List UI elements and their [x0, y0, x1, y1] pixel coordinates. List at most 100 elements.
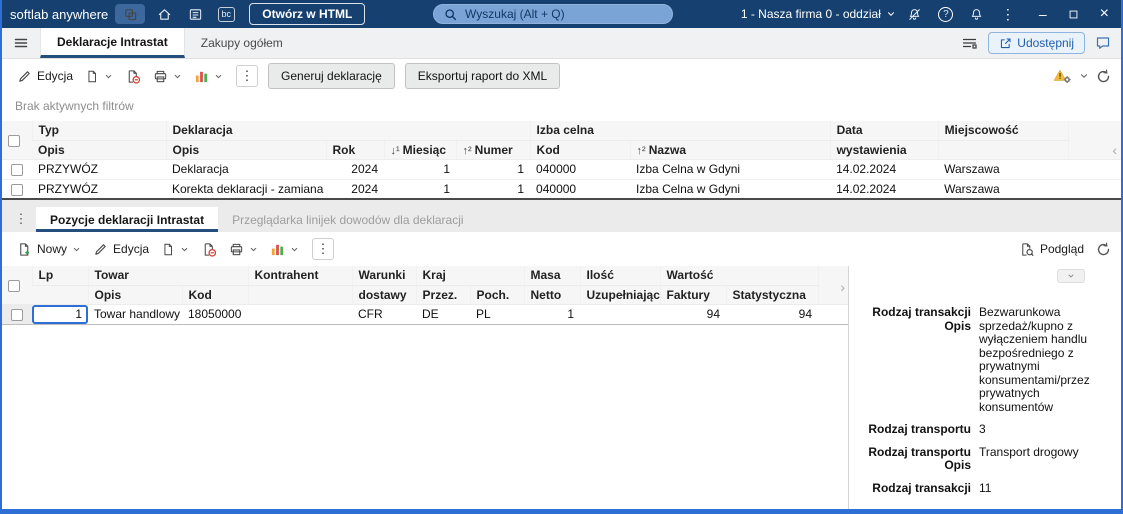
minimize-button[interactable]: – — [1039, 6, 1047, 22]
document-menu-button[interactable] — [80, 66, 118, 87]
global-search[interactable] — [433, 4, 674, 24]
more-menu-button[interactable]: ⋮ — [996, 4, 1020, 24]
declaration-row-selected[interactable]: PRZYWÓZ Korekta deklaracji - zamiana 202… — [2, 178, 1121, 200]
maximize-button[interactable] — [1068, 9, 1079, 20]
col-ilosc[interactable]: Ilość — [579, 266, 661, 286]
feedback-chat-icon[interactable] — [1095, 35, 1111, 51]
col-kontrahent[interactable]: Kontrahent — [247, 266, 353, 286]
collapse-panel-icon[interactable]: ‹ — [1112, 143, 1117, 157]
bc-button[interactable]: bc — [214, 4, 238, 24]
col-miejscowosc[interactable]: Miejscowość — [937, 121, 1069, 141]
export-xml-button[interactable]: Eksportuj raport do XML — [404, 63, 561, 89]
position-row[interactable]: 1 Towar handlowy 18050000 CFR DE PL 1 94 — [2, 304, 848, 325]
col-netto[interactable]: Netto — [523, 285, 581, 305]
detail-value: 11 — [979, 480, 992, 495]
open-in-html-button[interactable]: Otwórz w HTML — [249, 3, 366, 25]
select-all-header[interactable] — [2, 121, 32, 160]
print-menu-button[interactable] — [224, 239, 263, 260]
cell-opis: Deklaracja — [166, 159, 326, 180]
select-all-header[interactable] — [2, 266, 32, 305]
detail-label: Rodzaj transportu Opis — [859, 445, 979, 473]
col-data[interactable]: Data — [829, 121, 939, 141]
col-kraj[interactable]: Kraj — [415, 266, 525, 286]
warning-settings-icon[interactable] — [1053, 68, 1072, 84]
new-button[interactable]: Nowy — [12, 239, 86, 260]
delete-document-button[interactable] — [196, 239, 222, 260]
col-izba-celna[interactable]: Izba celna — [529, 121, 831, 141]
col-statystyczna[interactable]: Statystyczna — [725, 285, 819, 305]
cell-filler — [1068, 159, 1121, 180]
tab-deklaracje-intrastat[interactable]: Deklaracje Intrastat — [40, 28, 185, 58]
help-button[interactable]: ? — [934, 4, 958, 24]
refresh-icon[interactable] — [1096, 69, 1111, 84]
print-menu-button[interactable] — [148, 66, 187, 87]
col-masa[interactable]: Masa — [523, 266, 581, 286]
close-button[interactable]: × — [1100, 6, 1109, 22]
edit-button[interactable]: Edycja — [88, 239, 154, 260]
news-button[interactable] — [183, 4, 207, 24]
edit-button[interactable]: Edycja — [12, 66, 78, 87]
chart-menu-button[interactable] — [189, 66, 228, 87]
tab-przegladarka-linijek[interactable]: Przeglądarka linijek dowodów dla deklara… — [218, 207, 477, 232]
cell-kod: 040000 — [530, 159, 631, 180]
col-wartosc[interactable]: Wartość — [659, 266, 819, 286]
row-checkbox[interactable] — [11, 183, 23, 196]
edit-button-label: Edycja — [113, 242, 150, 256]
col-deklaracja[interactable]: Deklaracja — [165, 121, 531, 141]
col-typ-opis[interactable]: Opis — [32, 140, 166, 160]
col-miesiac[interactable]: ↓¹ Miesiąc — [383, 140, 456, 160]
position-details-panel: Rodzaj transakcji Opis Bezwarunkowa sprz… — [849, 266, 1121, 509]
col-warunki[interactable]: Warunki — [351, 266, 417, 286]
col-przez[interactable]: Przez. — [415, 285, 471, 305]
search-input[interactable] — [463, 6, 663, 22]
refresh-icon[interactable] — [1096, 242, 1111, 257]
col-lp[interactable]: Lp — [31, 266, 88, 286]
tab-pozycje-deklaracji[interactable]: Pozycje deklaracji Intrastat — [36, 207, 219, 232]
anywhere-app-button[interactable] — [115, 4, 146, 24]
toolbar-overflow-button[interactable]: ⋮ — [236, 65, 259, 87]
cell-kontrahent — [248, 304, 353, 325]
row-checkbox[interactable] — [11, 308, 23, 321]
generate-declaration-button[interactable]: Generuj deklarację — [268, 63, 395, 89]
company-selector[interactable]: 1 - Nasza firma 0 - oddział — [741, 7, 896, 21]
detail-label-line1: Rodzaj transportu — [868, 422, 971, 436]
row-checkbox[interactable] — [11, 163, 23, 176]
col-wystawienia[interactable]: wystawienia — [829, 140, 939, 160]
select-all-checkbox[interactable] — [8, 279, 20, 292]
col-nazwa[interactable]: ↑² Nazwa — [629, 140, 831, 160]
home-button[interactable] — [152, 4, 176, 24]
col-dostawy[interactable]: dostawy — [351, 285, 417, 305]
expand-panel-icon[interactable]: › — [840, 280, 845, 294]
col-towar-kod[interactable]: Kod — [181, 285, 249, 305]
tab-zakupy-ogolem[interactable]: Zakupy ogółem — [185, 28, 299, 58]
bottom-tabs-menu-button[interactable]: ⋮ — [6, 206, 36, 232]
chart-menu-button[interactable] — [265, 239, 304, 260]
share-button[interactable]: Udostępnij — [988, 32, 1085, 54]
collapse-details-button[interactable] — [1057, 269, 1085, 283]
layout-options-icon[interactable] — [961, 35, 978, 51]
preview-button[interactable]: Podgląd — [1014, 239, 1089, 260]
col-deklaracja-opis[interactable]: Opis — [165, 140, 326, 160]
notifications-button[interactable] — [965, 4, 989, 24]
col-numer[interactable]: ↑² Numer — [455, 140, 531, 160]
col-rok[interactable]: Rok — [325, 140, 384, 160]
chevron-down-icon[interactable] — [1079, 71, 1089, 81]
document-menu-button[interactable] — [156, 239, 194, 260]
col-uzupelniajaca[interactable]: Uzupełniająca — [579, 285, 661, 305]
col-faktury[interactable]: Faktury — [659, 285, 727, 305]
col-towar[interactable]: Towar — [87, 266, 249, 286]
col-poch[interactable]: Poch. — [469, 285, 525, 305]
col-towar-opis[interactable]: Opis — [87, 285, 182, 305]
select-all-checkbox[interactable] — [8, 134, 20, 147]
cell-lp-selected[interactable]: 1 — [32, 304, 88, 325]
col-typ[interactable]: Typ — [31, 121, 166, 141]
cell-kod: 18050000 — [182, 304, 249, 325]
bar-chart-icon — [194, 69, 209, 84]
main-menu-button[interactable] — [2, 28, 40, 58]
col-kod[interactable]: Kod — [529, 140, 631, 160]
declaration-row[interactable]: PRZYWÓZ Deklaracja 2024 1 1 040000 Izba … — [2, 159, 1121, 180]
delete-document-button[interactable] — [120, 66, 146, 87]
toolbar-overflow-button[interactable]: ⋮ — [312, 238, 335, 260]
mute-notifications-button[interactable] — [903, 4, 927, 24]
anywhere-icon — [123, 7, 138, 22]
